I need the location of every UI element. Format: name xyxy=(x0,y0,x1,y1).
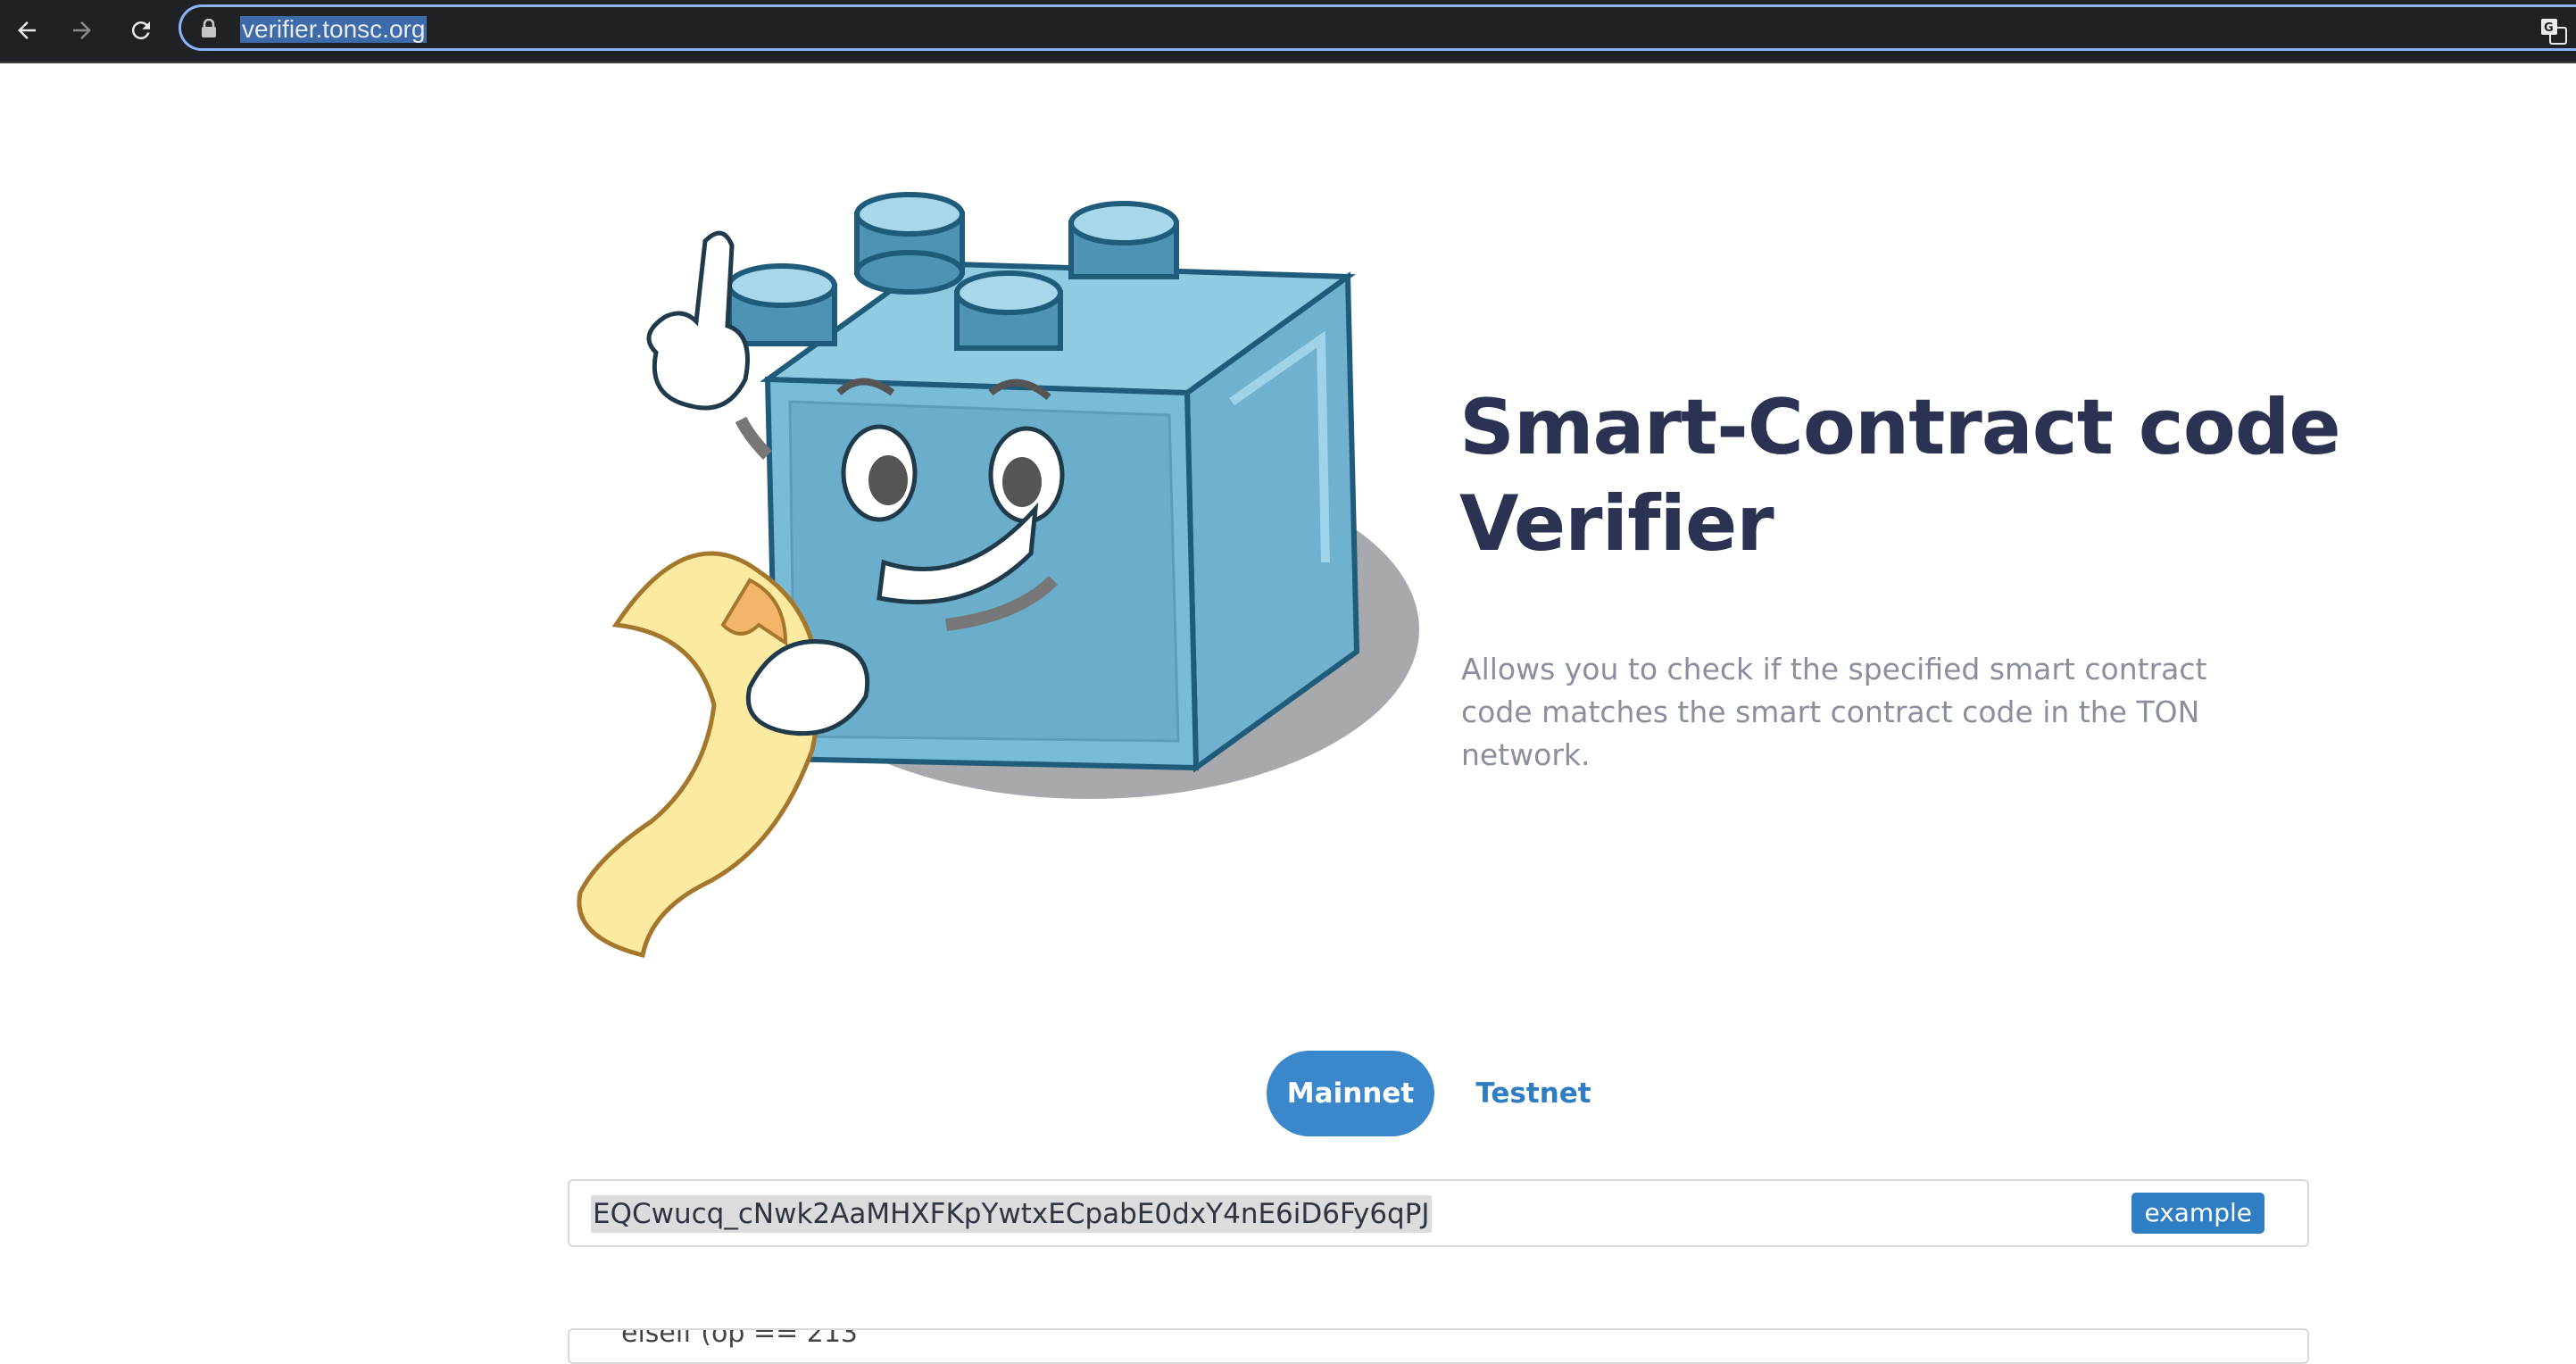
example-button[interactable]: example xyxy=(2131,1193,2264,1234)
tab-mainnet[interactable]: Mainnet xyxy=(1267,1051,1434,1136)
page-subtitle: Allows you to check if the specified sma… xyxy=(1461,652,2207,772)
reload-icon[interactable] xyxy=(120,9,162,52)
code-line: elseif (op == 213 xyxy=(621,1328,859,1349)
contract-address-value[interactable]: EQCwucq_cNwk2AaMHXFKpYwtxECpabE0dxY4nE6i… xyxy=(591,1195,1432,1233)
tab-testnet[interactable]: Testnet xyxy=(1455,1051,1612,1136)
code-editor[interactable]: elseif (op == 213 xyxy=(568,1328,2309,1364)
page-title: Smart-Contract code Verifier xyxy=(1459,383,2341,569)
lock-icon xyxy=(201,18,217,43)
forward-arrow-icon[interactable] xyxy=(61,9,104,52)
back-arrow-icon[interactable] xyxy=(5,9,48,52)
lego-brick-mascot-illustration xyxy=(553,187,1428,991)
contract-address-input[interactable]: EQCwucq_cNwk2AaMHXFKpYwtxECpabE0dxY4nE6i… xyxy=(568,1179,2309,1247)
browser-toolbar: verifier.tonsc.org G xyxy=(0,0,2576,63)
translate-icon[interactable]: G xyxy=(2540,18,2567,45)
svg-text:G: G xyxy=(2544,21,2554,35)
address-bar[interactable]: verifier.tonsc.org G xyxy=(179,4,2576,51)
url-text[interactable]: verifier.tonsc.org xyxy=(240,16,428,43)
